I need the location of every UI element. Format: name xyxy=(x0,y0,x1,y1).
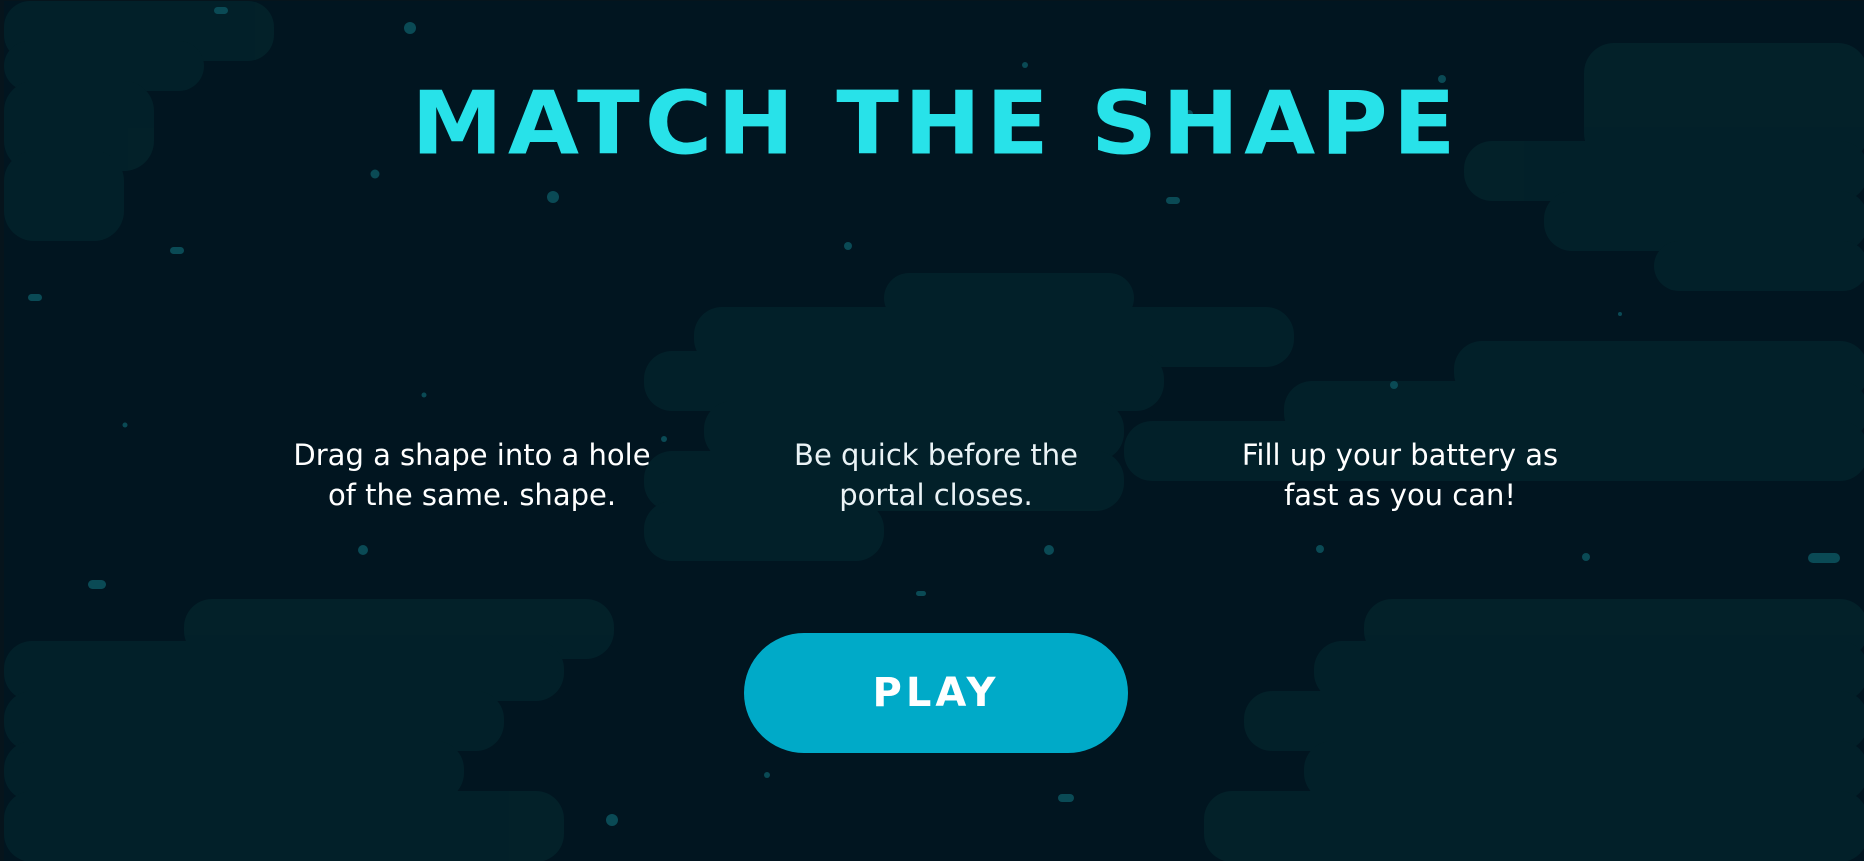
instructions: Drag a shape into a hole of the same. sh… xyxy=(4,435,1864,575)
instruction-fill-battery: Fill up your battery as fast as you can! xyxy=(1241,438,1559,512)
game-start-screen: MATCH THE SHAPE Drag a shape into a hole… xyxy=(0,0,1864,861)
instruction-drag-shape: Drag a shape into a hole of the same. sh… xyxy=(293,438,651,512)
game-title: MATCH THE SHAPE xyxy=(411,72,1461,175)
play-button[interactable]: PLAY xyxy=(744,633,1128,753)
play-button-label: PLAY xyxy=(872,670,1000,716)
instruction-be-quick: Be quick before the portal closes. xyxy=(794,438,1078,512)
